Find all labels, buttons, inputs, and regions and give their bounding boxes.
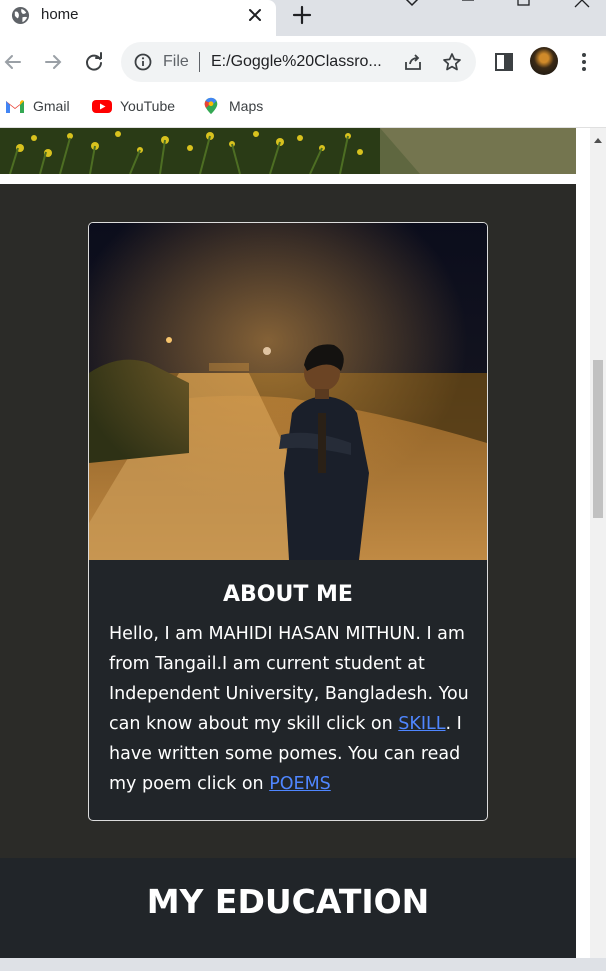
bookmark-maps[interactable]: Maps [201,96,271,116]
close-icon[interactable] [245,5,265,25]
menu-icon[interactable] [574,50,594,74]
gmail-icon [6,100,24,113]
banner-image [0,128,576,174]
youtube-icon [92,100,112,113]
maps-icon [204,97,218,115]
url-text[interactable]: E:/Goggle%20Classro... [211,52,401,72]
poems-link[interactable]: POEMS [269,774,331,794]
scroll-up-icon[interactable] [593,136,603,144]
address-bar[interactable]: File E:/Goggle%20Classro... [121,42,476,82]
skill-link[interactable]: SKILL [398,714,445,734]
bookmark-gmail[interactable]: Gmail [5,96,75,116]
minimize-icon[interactable] [458,0,478,10]
reload-icon[interactable] [83,51,105,73]
bookmark-label: Gmail [33,98,70,114]
back-icon[interactable] [2,51,24,73]
tab-strip: home [0,0,606,36]
page-viewport[interactable]: ABOUT ME Hello, I am MAHIDI HASAN MITHUN… [0,128,590,958]
omnibox-divider [199,52,200,72]
share-icon[interactable] [402,51,424,73]
scrollbar-thumb[interactable] [593,360,603,518]
info-icon[interactable] [133,52,153,72]
url-scheme: File [163,53,189,70]
browser-tab[interactable]: home [0,0,276,36]
side-panel-icon[interactable] [493,51,515,73]
about-title: ABOUT ME [223,582,353,607]
about-section: ABOUT ME Hello, I am MAHIDI HASAN MITHUN… [0,184,576,858]
tab-title: home [41,6,79,23]
about-text: Hello, I am MAHIDI HASAN MITHUN. I am fr… [109,619,471,799]
about-card: ABOUT ME Hello, I am MAHIDI HASAN MITHUN… [88,222,488,821]
bottom-bar [0,958,606,971]
browser-toolbar: File E:/Goggle%20Classro... [0,36,606,90]
bookmark-label: YouTube [120,98,176,114]
star-icon[interactable] [441,51,463,73]
profile-photo [89,223,487,560]
education-title: MY EDUCATION [146,882,430,921]
forward-icon[interactable] [42,51,64,73]
bookmark-youtube[interactable]: YouTube [92,96,184,116]
page-scrollbar[interactable] [590,128,606,958]
profile-avatar[interactable] [530,47,558,75]
bookmark-label: Maps [229,98,264,114]
bookmarks-bar: Gmail YouTube Maps [0,90,606,128]
chevron-down-icon[interactable] [402,0,422,10]
window-close-icon[interactable] [572,0,592,10]
education-section: MY EDUCATION [0,858,576,958]
globe-icon [11,6,30,25]
maximize-icon[interactable] [514,0,534,10]
new-tab-icon[interactable] [290,3,314,27]
